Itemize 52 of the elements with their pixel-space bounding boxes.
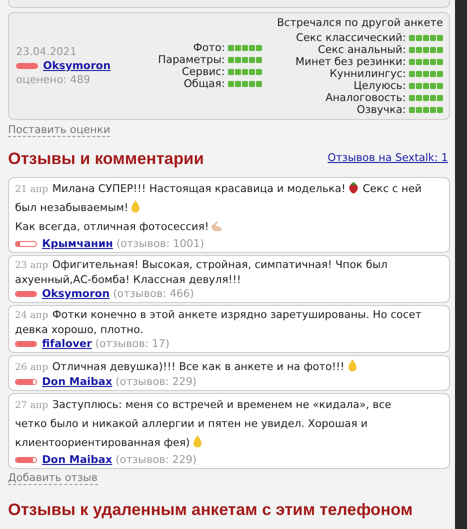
comment-text: Как всегда, отличная фотосессия!	[15, 220, 209, 233]
comment-text: клиентоориентированная фея)	[15, 436, 190, 449]
rate-link[interactable]: Поставить оценки	[8, 124, 110, 137]
score-label: Сервис:	[182, 66, 225, 78]
sextalk-link[interactable]: Отзывов на Sextalk: 1	[328, 151, 448, 168]
comment-text: Милана СУПЕР!!! Настоящая красавица и моделька!	[52, 182, 346, 195]
review-count: (отзывов: 17)	[95, 338, 170, 350]
score-label: Аналоговость:	[326, 92, 406, 104]
rated-count: оценено: 489	[16, 72, 92, 87]
comment-date: 24 апр	[15, 310, 48, 321]
score-label: Озвучка:	[356, 104, 406, 116]
user-link[interactable]: Don Maibax	[42, 454, 112, 466]
user-link[interactable]: Don Maibax	[42, 376, 112, 388]
score-label: Минет без резинки:	[295, 56, 406, 68]
comment-text: Отличная девушка)!!! Все как в анкете и на фото!!!	[52, 360, 345, 373]
user-link[interactable]: Oksymoron	[43, 60, 111, 72]
score-label: Секс анальный:	[318, 44, 406, 56]
meeting-note: Встречался по другой анкете	[276, 16, 443, 31]
score-label: Куннилингус:	[330, 68, 406, 80]
comment-text: Секс с ней	[362, 182, 422, 195]
section-heading: Отзывы к удаленным анкетам с этим телефоном	[8, 500, 414, 522]
section-heading: Отзывы и комментарии	[8, 148, 204, 170]
scrollbar[interactable]	[455, 0, 467, 529]
add-review-link[interactable]: Добавить отзыв	[8, 472, 98, 485]
comment-text: девка хорошо, плотно.	[15, 324, 144, 336]
strawberry-icon	[346, 180, 360, 194]
score-label: Общая:	[184, 78, 225, 90]
review-count: (отзывов: 229)	[116, 376, 197, 388]
review-date: 23.04.2021	[16, 44, 78, 59]
comment-date: 26 апр	[15, 362, 48, 373]
flame-icon	[190, 434, 204, 448]
user-link[interactable]: Oksymoron	[42, 288, 110, 300]
score-label: Фото:	[193, 42, 225, 54]
comment-text: четко было и никакой аллергии и пятен не увидел. Хорошая и	[15, 418, 368, 430]
comment-text: Заступлюсь: меня со встречей и временем не «кидала», все	[52, 398, 392, 411]
review-count: (отзывов: 466)	[113, 288, 194, 300]
comment-date: 21 апр	[15, 184, 48, 195]
comment-date: 27 апр	[15, 400, 48, 411]
user-link[interactable]: Крымчанин	[42, 238, 113, 250]
score-label: Секс классический:	[296, 32, 406, 44]
flame-icon	[346, 358, 359, 372]
score-label: Целуюсь:	[354, 80, 406, 92]
comment-text: Фотки конечно в этой анкете изрядно заретушированы. Но сосет	[52, 308, 422, 321]
user-link[interactable]: fifalover	[42, 338, 92, 350]
comment-text: ахуенный,АС-бомба! Классная девуля!!!	[15, 274, 241, 286]
comment-text: был незабываемым!	[15, 202, 128, 214]
review-count: (отзывов: 229)	[116, 454, 197, 466]
score-label: Параметры:	[158, 54, 225, 66]
comment-text: Офигительная! Высокая, стройная, симпатичная! Чпок был	[52, 258, 388, 271]
flame-icon	[129, 198, 142, 213]
review-count: (отзывов: 1001)	[116, 238, 204, 250]
comment-date: 23 апр	[15, 260, 48, 271]
